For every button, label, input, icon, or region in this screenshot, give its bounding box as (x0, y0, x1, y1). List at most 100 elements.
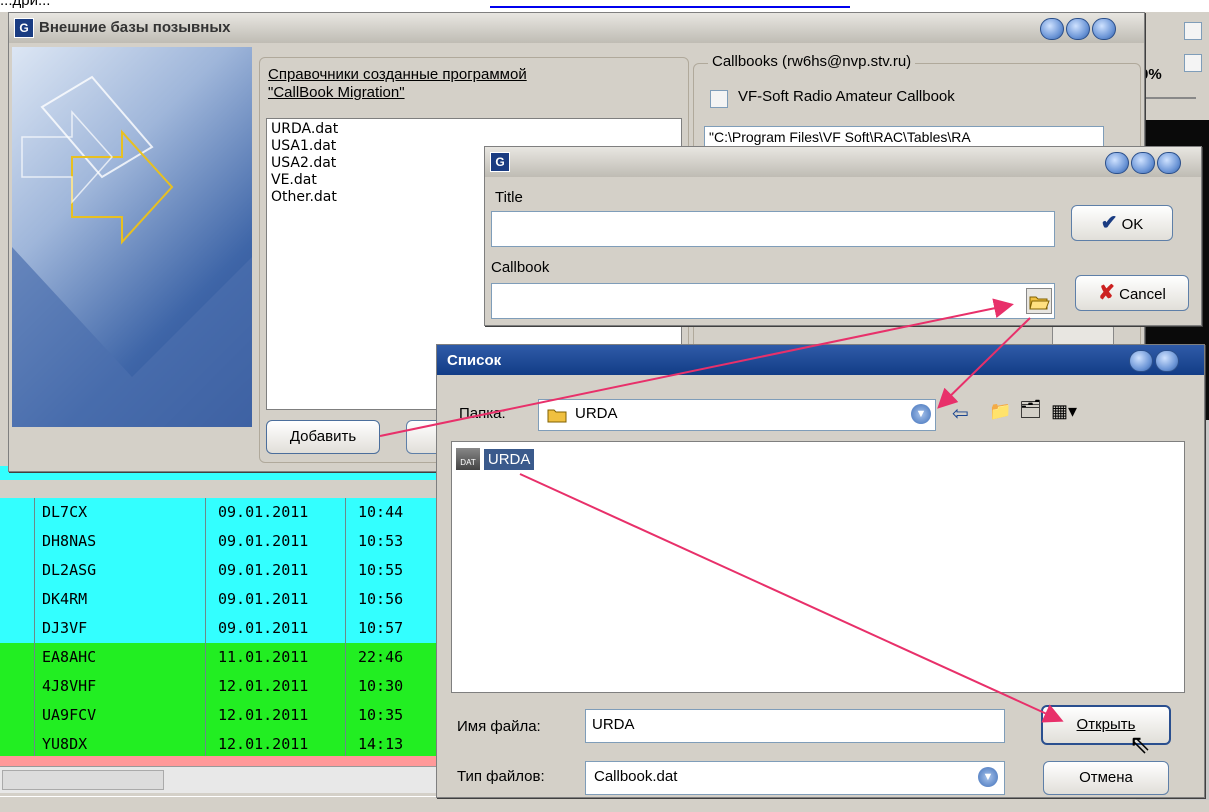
entry-app-icon: G (490, 152, 510, 172)
log-grid-line (345, 614, 346, 643)
background-track (1146, 97, 1196, 99)
list-header-line2: "CallBook Migration" (268, 84, 405, 101)
main-title: Внешние базы позывных (39, 19, 231, 36)
log-grid-line (345, 498, 346, 527)
maximize-icon[interactable] (1066, 18, 1090, 40)
log-grid-line (205, 643, 206, 672)
folder-label: Папка: (459, 405, 506, 422)
entry-close-icon[interactable] (1157, 152, 1181, 174)
up-folder-icon[interactable]: 📁 (989, 401, 1011, 422)
help-icon[interactable] (1129, 350, 1153, 372)
log-cell-time: 22:46 (358, 648, 404, 666)
log-grid-line (205, 556, 206, 585)
back-icon[interactable]: ⇦ (952, 401, 969, 426)
log-row[interactable]: 4J8VHF 12.01.2011 10:30 (0, 672, 440, 702)
add-button[interactable]: Добавить (266, 420, 380, 454)
log-cell-call: DL7CX (42, 503, 88, 521)
background-checkbox-1[interactable] (1184, 22, 1202, 40)
entry-maximize-icon[interactable] (1131, 152, 1155, 174)
log-row[interactable]: DH8NAS 09.01.2011 10:53 (0, 527, 440, 557)
log-cell-date: 12.01.2011 (218, 735, 309, 753)
log-grid-line (205, 614, 206, 643)
callbook-path-input[interactable] (491, 283, 1055, 319)
open-titlebar[interactable]: Список (437, 345, 1204, 375)
title-field-label: Title (495, 189, 523, 206)
log-cell-call: 4J8VHF (42, 677, 97, 695)
log-grid-line (34, 643, 35, 672)
log-cell-time: 14:13 (358, 735, 404, 753)
browse-folder-icon[interactable] (1026, 288, 1052, 314)
log-grid-line (345, 527, 346, 556)
log-cell-time: 10:44 (358, 503, 404, 521)
status-bar (0, 796, 440, 812)
log-cell-date: 09.01.2011 (218, 561, 309, 579)
filetype-dropdown-icon[interactable]: ▼ (978, 767, 998, 787)
open-cancel-button[interactable]: Отмена (1043, 761, 1169, 795)
log-cell-date: 09.01.2011 (218, 503, 309, 521)
log-cell-time: 10:57 (358, 619, 404, 637)
log-scrollbar[interactable] (0, 766, 440, 793)
log-row[interactable]: EA8AHC 11.01.2011 22:46 (0, 643, 440, 673)
log-grid-line (345, 730, 346, 759)
file-list[interactable]: DAT URDA (451, 441, 1185, 693)
cancel-x-icon: ✘ (1098, 282, 1115, 304)
log-cell-time: 10:30 (358, 677, 404, 695)
log-cell-date: 09.01.2011 (218, 590, 309, 608)
cancel-button-label: Cancel (1119, 286, 1166, 303)
log-grid-line (345, 643, 346, 672)
folder-open-icon (1029, 296, 1050, 310)
open-cancel-label: Отмена (1079, 769, 1133, 786)
log-grid-line (345, 672, 346, 701)
filetype-combobox[interactable]: Callbook.dat ▼ (585, 761, 1005, 795)
dat-file-icon: DAT (456, 448, 480, 470)
entry-titlebar[interactable]: G (485, 147, 1201, 177)
new-folder-icon[interactable]: 🗂 (1019, 399, 1042, 420)
checkmark-icon: ✔ (1100, 212, 1118, 234)
log-row[interactable]: DL2ASG 09.01.2011 10:55 (0, 556, 440, 586)
folder-combobox[interactable]: URDA ▼ (538, 399, 936, 431)
log-cell-call: DH8NAS (42, 532, 97, 550)
log-grid-line (345, 585, 346, 614)
close-icon[interactable] (1092, 18, 1116, 40)
log-row[interactable]: DJ3VF 09.01.2011 10:57 (0, 614, 440, 644)
callbook-entry-dialog: G Title Callbook ✔ OK ✘ Cancel (484, 146, 1202, 326)
add-button-label: Добавить (289, 428, 357, 445)
entry-minimize-icon[interactable] (1105, 152, 1129, 174)
log-cell-call: EA8AHC (42, 648, 97, 666)
vf-soft-checkbox[interactable] (710, 90, 728, 108)
log-cell-time: 10:56 (358, 590, 404, 608)
log-row[interactable]: DK4RM 09.01.2011 10:56 (0, 585, 440, 615)
file-item-name: URDA (483, 448, 535, 470)
minimize-icon[interactable] (1040, 18, 1064, 40)
ok-button[interactable]: ✔ OK (1071, 205, 1173, 241)
log-grid-line (34, 730, 35, 759)
folder-icon (547, 409, 567, 423)
filename-label: Имя файла: (457, 718, 541, 735)
log-grid-line (34, 498, 35, 527)
open-button[interactable]: Открыть (1041, 705, 1171, 745)
file-item-urda[interactable]: DAT URDA (456, 448, 535, 472)
open-close-icon[interactable] (1155, 350, 1179, 372)
decorative-banner (12, 47, 252, 427)
cancel-button[interactable]: ✘ Cancel (1075, 275, 1189, 311)
log-cell-date: 09.01.2011 (218, 532, 309, 550)
log-scrollbar-thumb[interactable] (2, 770, 164, 790)
log-grid-line (34, 614, 35, 643)
callbook-list-item[interactable]: URDA.dat (271, 121, 677, 138)
vf-soft-label: VF-Soft Radio Amateur Callbook (738, 88, 955, 105)
background-link[interactable] (490, 6, 850, 8)
log-row[interactable]: DL7CX 09.01.2011 10:44 (0, 498, 440, 528)
log-grid-line (345, 556, 346, 585)
view-menu-icon[interactable]: ▦▾ (1051, 401, 1077, 422)
filename-input[interactable]: URDA (585, 709, 1005, 743)
log-grid-line (34, 672, 35, 701)
background-checkbox-2[interactable] (1184, 54, 1202, 72)
log-grid-line (345, 701, 346, 730)
log-cell-call: UA9FCV (42, 706, 97, 724)
folder-dropdown-icon[interactable]: ▼ (911, 404, 931, 424)
log-row[interactable]: UA9FCV 12.01.2011 10:35 (0, 701, 440, 731)
log-grid-line (34, 556, 35, 585)
title-input[interactable] (491, 211, 1055, 247)
log-grid-line (205, 701, 206, 730)
main-titlebar[interactable]: G Внешние базы позывных (9, 13, 1144, 43)
